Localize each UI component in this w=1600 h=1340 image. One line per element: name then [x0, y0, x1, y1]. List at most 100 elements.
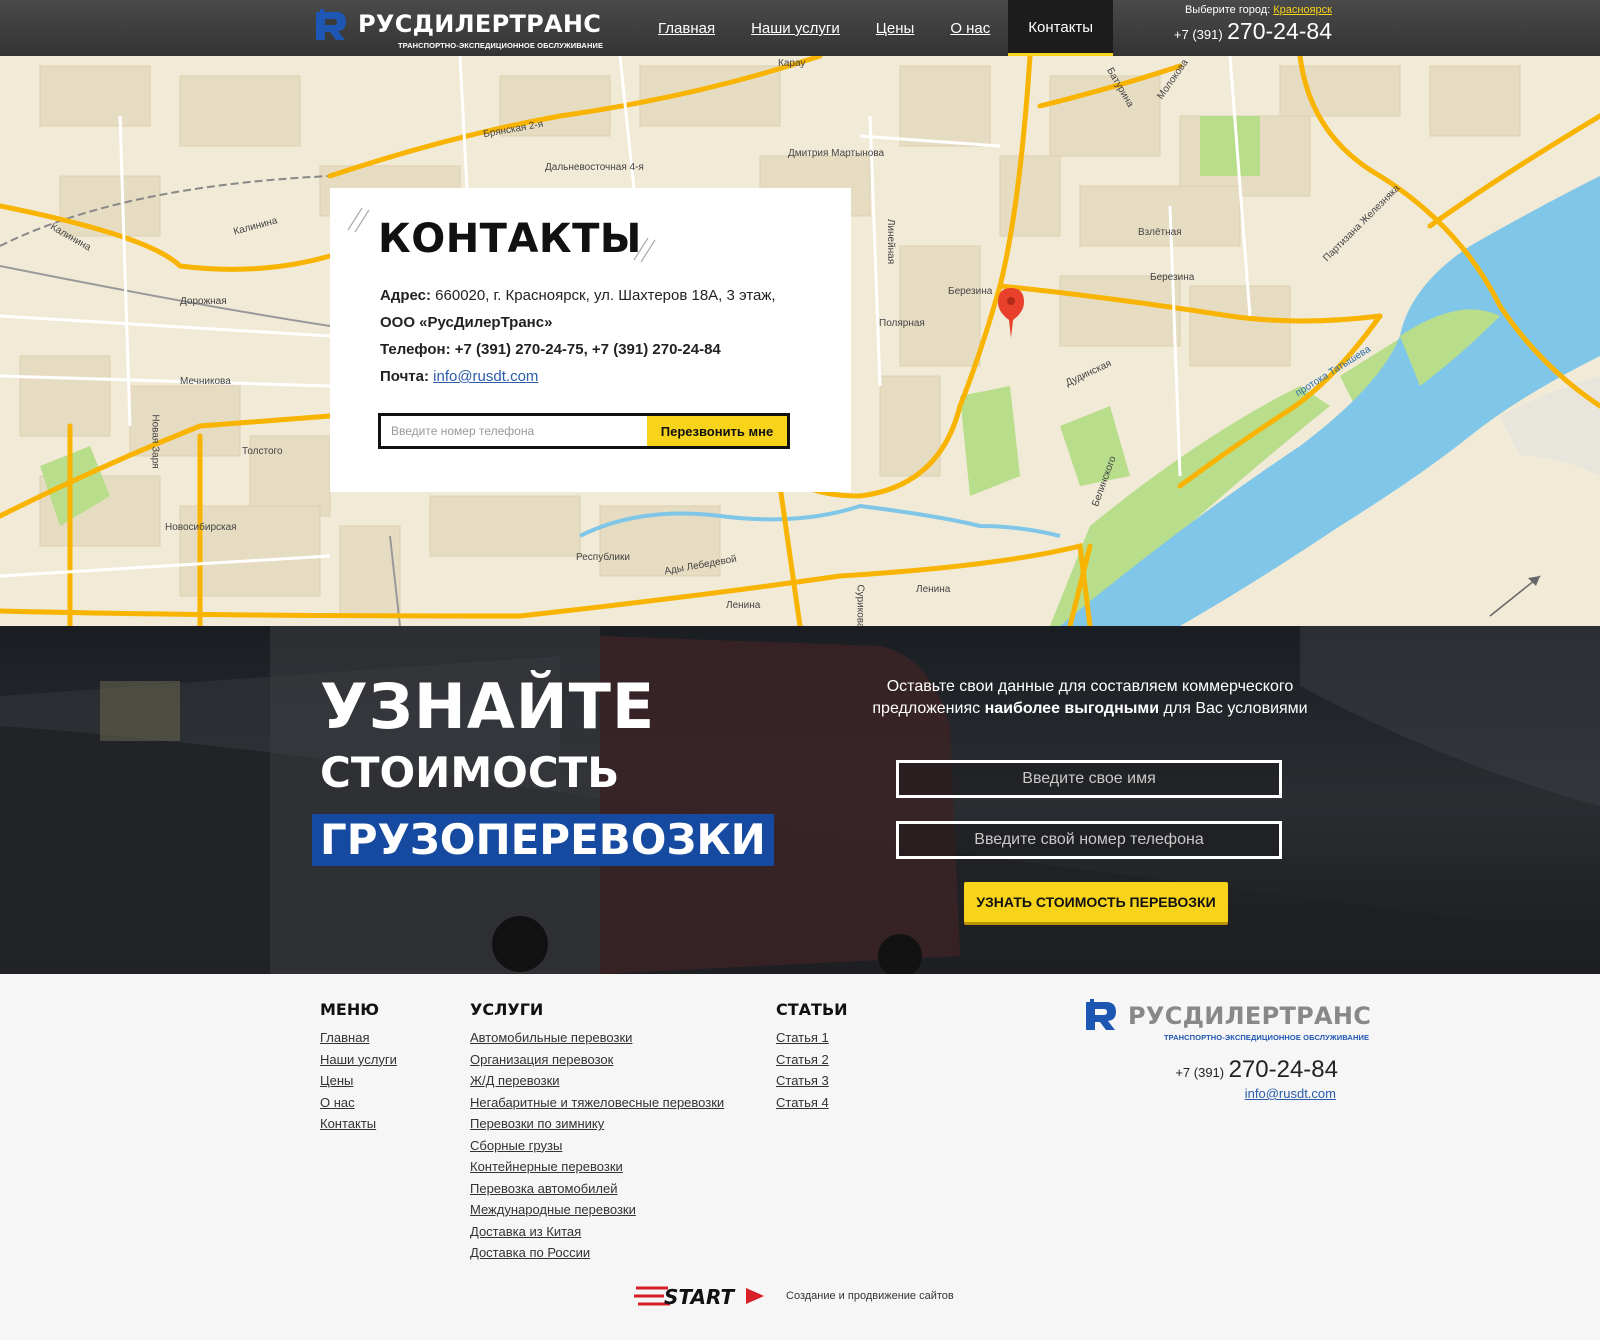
- footer-menu-link[interactable]: Главная: [320, 1027, 397, 1049]
- footer-article-link[interactable]: Статья 3: [776, 1070, 848, 1092]
- city-prompt: Выберите город:: [1184, 4, 1271, 16]
- address-line: Адрес: 660020, г. Красноярск, ул. Шахтер…: [380, 282, 776, 309]
- footer-email-link[interactable]: info@rusdt.com: [1245, 1086, 1336, 1101]
- header-phone-number: 270-24-84: [1227, 18, 1332, 44]
- footer-logo[interactable]: РУСДИЛЕРТРАНС ТРАНСПОРТНО-ЭКСПЕДИЦИОННОЕ…: [1084, 998, 1371, 1042]
- footer-service-link[interactable]: Доставка по России: [470, 1242, 724, 1264]
- stripes-decoration-icon: [347, 207, 370, 233]
- footer-menu-title: МЕНЮ: [320, 1000, 380, 1019]
- logo-mark-icon: [1086, 999, 1116, 1030]
- cta-text-part2: для Вас условиями: [1159, 700, 1308, 717]
- header-contacts: Выберите город: Красноярск +7 (391) 270-…: [1174, 4, 1332, 45]
- footer-menu: МЕНЮ Главная Наши услуги Цены О нас Конт…: [320, 1000, 397, 1135]
- footer-service-link[interactable]: Организация перевозок: [470, 1049, 724, 1071]
- map-label-street: Мечникова: [180, 376, 231, 387]
- map-label-street: Дмитрия Мартынова: [788, 148, 885, 159]
- truck-background: [0, 626, 1600, 974]
- footer-article-link[interactable]: Статья 4: [776, 1092, 848, 1114]
- callback-button[interactable]: Перезвонить мне: [647, 416, 787, 446]
- start-logo-text: START: [664, 1285, 735, 1309]
- footer-service-link[interactable]: Автомобильные перевозки: [470, 1027, 724, 1049]
- footer-article-link[interactable]: Статья 1: [776, 1027, 848, 1049]
- map-label-street: Новосибирская: [165, 522, 237, 533]
- nav-item-services[interactable]: Наши услуги: [733, 0, 858, 56]
- contacts-details: Адрес: 660020, г. Красноярск, ул. Шахтер…: [380, 282, 776, 390]
- site-logo[interactable]: РУСДИЛЕРТРАНС ТРАНСПОРТНО-ЭКСПЕДИЦИОННОЕ…: [314, 8, 603, 54]
- developer-credit: Создание и продвижение сайтов: [786, 1290, 954, 1302]
- nav-item-prices[interactable]: Цены: [858, 0, 933, 56]
- nav-item-contacts[interactable]: Контакты: [1008, 0, 1114, 56]
- footer-service-link[interactable]: Перевозка автомобилей: [470, 1178, 724, 1200]
- main-nav: Главная Наши услуги Цены О нас Контакты: [640, 0, 1114, 56]
- logo-subtitle: ТРАНСПОРТНО-ЭКСПЕДИЦИОННОЕ ОБСЛУЖИВАНИЕ: [398, 41, 604, 50]
- header-phone-prefix: +7 (391): [1173, 27, 1223, 42]
- price-request-section: УЗНАЙТЕ СТОИМОСТЬ ГРУЗОПЕРЕВОЗКИ Оставьт…: [0, 626, 1600, 974]
- logo-title: РУСДИЛЕРТРАНС: [358, 10, 602, 38]
- footer-menu-link[interactable]: Наши услуги: [320, 1049, 397, 1071]
- map-label-street: Березина: [948, 286, 993, 297]
- start-logo[interactable]: START: [634, 1282, 766, 1310]
- callback-form: Перезвонить мне: [378, 413, 790, 449]
- logo-mark-icon: [316, 9, 346, 40]
- footer-services-title: УСЛУГИ: [470, 1000, 544, 1019]
- footer-menu-link[interactable]: О нас: [320, 1092, 397, 1114]
- cta-description: Оставьте свои данные для составляем комм…: [860, 676, 1320, 720]
- site-header: РУСДИЛЕРТРАНС ТРАНСПОРТНО-ЭКСПЕДИЦИОННОЕ…: [0, 0, 1600, 56]
- map-label-street: Линейная: [885, 218, 897, 265]
- phone-label: Телефон:: [380, 341, 451, 358]
- footer-service-link[interactable]: Негабаритные и тяжеловесные перевозки: [470, 1092, 724, 1114]
- cta-heading-line3: ГРУЗОПЕРЕВОЗКИ: [312, 814, 774, 866]
- callback-phone-input[interactable]: [381, 416, 647, 446]
- map-label-street: Ленина: [916, 584, 951, 595]
- phone-input[interactable]: [896, 821, 1282, 859]
- map-label-street: Березина: [1150, 272, 1195, 283]
- map-marker[interactable]: [998, 288, 1024, 338]
- company-line: ООО «РусДилерТранс»: [380, 309, 776, 336]
- map-label-street: Дальневосточная 4-я: [545, 162, 644, 173]
- cta-heading-line1: УЗНАЙТЕ: [320, 670, 656, 743]
- footer-service-link[interactable]: Ж/Д перевозки: [470, 1070, 724, 1092]
- contacts-card: КОНТАКТЫ Адрес: 660020, г. Красноярск, у…: [330, 188, 851, 492]
- email-label: Почта:: [380, 368, 429, 385]
- city-link[interactable]: Красноярск: [1273, 4, 1332, 16]
- footer-articles-title: СТАТЬИ: [776, 1000, 848, 1019]
- email-link[interactable]: info@rusdt.com: [433, 368, 538, 385]
- map-label-street: Республики: [576, 552, 630, 563]
- footer-service-link[interactable]: Контейнерные перевозки: [470, 1156, 724, 1178]
- map-label-street: Сурикова: [854, 584, 866, 626]
- map-label-street: Ленина: [726, 600, 761, 611]
- footer-menu-link[interactable]: Контакты: [320, 1113, 397, 1135]
- footer-logo-title: РУСДИЛЕРТРАНС: [1128, 1002, 1372, 1030]
- map-label-street: Толстого: [242, 446, 283, 457]
- footer-menu-link[interactable]: Цены: [320, 1070, 397, 1092]
- footer-articles: СТАТЬИ Статья 1 Статья 2 Статья 3 Статья…: [776, 1000, 848, 1113]
- name-input[interactable]: [896, 760, 1282, 798]
- footer-service-link[interactable]: Доставка из Китая: [470, 1221, 724, 1243]
- footer-logo-subtitle: ТРАНСПОРТНО-ЭКСПЕДИЦИОННОЕ ОБСЛУЖИВАНИЕ: [1164, 1033, 1370, 1042]
- company-name: ООО «РусДилерТранс»: [380, 314, 553, 331]
- header-phone[interactable]: +7 (391) 270-24-84: [1174, 18, 1332, 45]
- get-price-button[interactable]: УЗНАТЬ СТОИМОСТЬ ПЕРЕВОЗКИ: [964, 882, 1228, 922]
- city-selector: Выберите город: Красноярск: [1174, 4, 1332, 16]
- cta-heading-line2: СТОИМОСТЬ: [320, 748, 620, 797]
- footer-service-link[interactable]: Сборные грузы: [470, 1135, 724, 1157]
- footer-services: УСЛУГИ Автомобильные перевозки Организац…: [470, 1000, 724, 1264]
- phone-values: +7 (391) 270-24-75, +7 (391) 270-24-84: [454, 341, 721, 358]
- contacts-title: КОНТАКТЫ: [378, 216, 642, 262]
- footer-service-link[interactable]: Перевозки по зимнику: [470, 1113, 724, 1135]
- cta-text-bold: наиболее выгодными: [984, 700, 1160, 717]
- map-label-street: Карау: [778, 58, 806, 69]
- nav-item-home[interactable]: Главная: [640, 0, 733, 56]
- map-label-street: Полярная: [879, 318, 925, 329]
- site-footer: МЕНЮ Главная Наши услуги Цены О нас Конт…: [0, 974, 1600, 1340]
- nav-item-about[interactable]: О нас: [932, 0, 1008, 56]
- footer-service-link[interactable]: Международные перевозки: [470, 1199, 724, 1221]
- footer-phone-number: 270-24-84: [1228, 1056, 1338, 1083]
- address-value: 660020, г. Красноярск, ул. Шахтеров 18А,…: [435, 287, 776, 304]
- footer-article-link[interactable]: Статья 2: [776, 1049, 848, 1071]
- footer-phone-prefix: +7 (391): [1175, 1065, 1225, 1080]
- map-label-street: Новая Заря: [149, 414, 161, 469]
- map-label-street: Дорожная: [180, 296, 227, 307]
- email-line: Почта: info@rusdt.com: [380, 363, 776, 390]
- footer-phone[interactable]: +7 (391) 270-24-84: [1175, 1056, 1338, 1084]
